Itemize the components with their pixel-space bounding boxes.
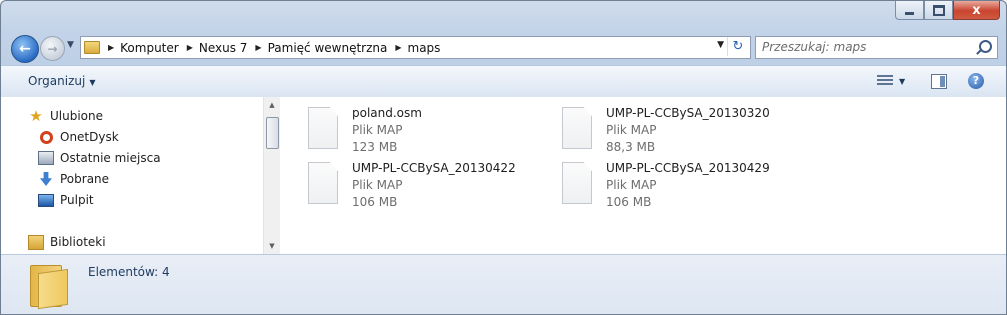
chevron-right-icon[interactable]: ▶ (187, 43, 193, 52)
help-button[interactable]: ? (968, 73, 984, 89)
close-button[interactable]: x (953, 1, 1000, 20)
organize-button[interactable]: Organizuj ▼ (28, 74, 95, 88)
sidebar-item-label: Pulpit (60, 193, 94, 207)
chevron-right-icon[interactable]: ▶ (395, 43, 401, 52)
breadcrumb-komputer[interactable]: Komputer (120, 41, 179, 55)
breadcrumb-internal-storage[interactable]: Pamięć wewnętrzna (268, 41, 388, 55)
sidebar-item-label: OnetDysk (60, 130, 119, 144)
scroll-thumb[interactable] (266, 117, 279, 149)
sidebar-item-label: Ostatnie miejsca (60, 151, 161, 165)
file-type: Plik MAP (606, 178, 657, 192)
change-view-button[interactable]: ▼ (877, 75, 905, 87)
star-icon: ★ (29, 106, 43, 125)
breadcrumb-maps[interactable]: maps (408, 41, 441, 55)
onetdysk-icon (38, 129, 54, 145)
details-pane: Elementów: 4 (1, 254, 1006, 314)
sidebar-item-label: Pobrane (60, 172, 110, 186)
chevron-down-icon: ▼ (89, 78, 96, 87)
file-size: 88,3 MB (606, 140, 656, 154)
organize-label: Organizuj (28, 74, 86, 88)
search-input[interactable] (762, 39, 967, 55)
explorer-window: x ← → ▼ ▶ Komputer ▶ Nexus 7 ▶ Pamięć we… (0, 0, 1007, 315)
file-type: Plik MAP (352, 123, 403, 137)
recent-pages-dropdown[interactable]: ▼ (67, 40, 74, 50)
sidebar-item-onetdysk[interactable]: OnetDysk (38, 129, 119, 145)
file-size: 123 MB (352, 140, 398, 154)
file-icon (562, 162, 592, 204)
item-count: Elementów: 4 (88, 265, 170, 279)
folder-icon (84, 41, 100, 54)
sidebar-item-downloads[interactable]: Pobrane (38, 171, 109, 187)
file-name: UMP-PL-CCBySA_20130320 (606, 106, 770, 120)
sidebar-item-recent-places[interactable]: Ostatnie miejsca (38, 150, 161, 166)
caption-buttons: x (895, 1, 1000, 20)
breadcrumb-nexus7[interactable]: Nexus 7 (199, 41, 248, 55)
downloads-icon (38, 171, 54, 187)
refresh-icon: ↻ (732, 39, 744, 54)
file-item[interactable]: UMP-PL-CCBySA_20130422 Plik MAP 106 MB (308, 160, 516, 210)
back-button[interactable]: ← (11, 35, 39, 63)
folder-icon (30, 261, 68, 310)
back-arrow-icon: ← (19, 41, 31, 57)
file-size: 106 MB (352, 195, 398, 209)
file-icon (308, 107, 338, 149)
file-name: UMP-PL-CCBySA_20130429 (606, 161, 770, 175)
sidebar-item-libraries[interactable]: Biblioteki (28, 234, 106, 250)
file-item[interactable]: poland.osm Plik MAP 123 MB (308, 105, 422, 155)
search-icon[interactable] (979, 40, 992, 53)
maximize-button[interactable] (924, 1, 953, 20)
address-history-dropdown[interactable]: ▼ (717, 40, 724, 50)
search-box[interactable] (755, 36, 998, 59)
file-type: Plik MAP (606, 123, 657, 137)
sidebar-item-label: Ulubione (50, 109, 104, 123)
address-bar[interactable]: ▶ Komputer ▶ Nexus 7 ▶ Pamięć wewnętrzna… (80, 36, 751, 59)
recent-places-icon (38, 150, 54, 166)
views-icon (877, 75, 893, 87)
chevron-right-icon[interactable]: ▶ (255, 43, 261, 52)
close-icon: x (972, 2, 981, 18)
file-list: poland.osm Plik MAP 123 MB UMP-PL-CCBySA… (280, 97, 1006, 254)
refresh-button[interactable]: ↻ (727, 37, 748, 56)
forward-arrow-icon: → (47, 41, 58, 56)
file-size: 106 MB (606, 195, 652, 209)
navigation-pane: ★ Ulubione OnetDysk Ostatnie miejsca Pob… (1, 97, 263, 254)
sidebar-item-desktop[interactable]: Pulpit (38, 192, 94, 208)
scroll-down-button[interactable]: ▼ (264, 238, 280, 254)
forward-button[interactable]: → (40, 36, 65, 61)
libraries-icon (28, 234, 44, 250)
file-icon (308, 162, 338, 204)
file-name: UMP-PL-CCBySA_20130422 (352, 161, 516, 175)
preview-pane-button[interactable] (931, 74, 947, 89)
sidebar-item-label: Biblioteki (50, 235, 106, 249)
chevron-down-icon[interactable]: ▼ (899, 77, 905, 86)
chevron-right-icon[interactable]: ▶ (108, 43, 114, 52)
file-icon (562, 107, 592, 149)
desktop-icon (38, 192, 54, 208)
command-bar: Organizuj ▼ ▼ ? (1, 65, 1006, 98)
minimize-button[interactable] (895, 1, 924, 20)
navigation-scrollbar[interactable]: ▲ ▼ (263, 97, 280, 254)
file-name: poland.osm (352, 106, 422, 120)
file-item[interactable]: UMP-PL-CCBySA_20130320 Plik MAP 88,3 MB (562, 105, 770, 155)
sidebar-item-favorites[interactable]: ★ Ulubione (28, 108, 103, 124)
scroll-up-button[interactable]: ▲ (264, 97, 280, 113)
file-item[interactable]: UMP-PL-CCBySA_20130429 Plik MAP 106 MB (562, 160, 770, 210)
file-type: Plik MAP (352, 178, 403, 192)
